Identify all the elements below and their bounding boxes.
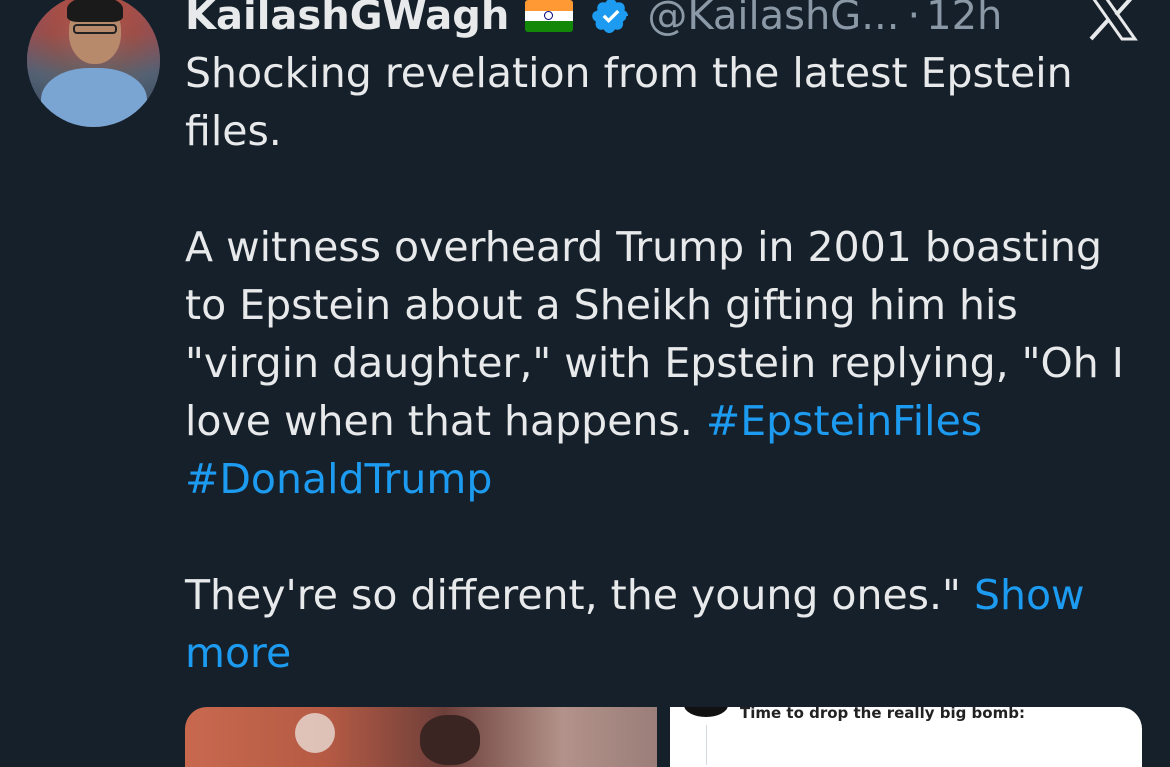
avatar-shirt (41, 68, 147, 127)
author-avatar[interactable] (27, 0, 160, 127)
tweet-body: Shocking revelation from the latest Epst… (185, 44, 1150, 682)
tweet-header: KailashGWagh @KailashG... · 12h (185, 0, 1002, 46)
hashtag-epsteinfiles[interactable]: #EpsteinFiles (706, 397, 982, 445)
tweet-paragraph-2-text: A witness overheard Trump in 2001 boasti… (185, 223, 1124, 445)
avatar-hair (67, 0, 123, 22)
media-left-figure (295, 713, 335, 753)
avatar-glasses (73, 24, 117, 34)
author-name[interactable]: KailashGWagh (185, 0, 509, 46)
media-left-person (420, 715, 480, 765)
media-image-left[interactable] (185, 707, 657, 767)
media-right-thread-line (706, 725, 707, 765)
tweet-paragraph-3: They're so different, the young ones." S… (185, 566, 1150, 682)
india-flag-icon (525, 0, 574, 32)
x-logo-icon[interactable] (1087, 0, 1139, 42)
media-right-avatar (684, 707, 728, 717)
tweet-timestamp[interactable]: 12h (926, 0, 1002, 46)
tweet-paragraph-2: A witness overheard Trump in 2001 boasti… (185, 218, 1150, 508)
tweet-paragraph-3-text: They're so different, the young ones." (185, 571, 974, 619)
author-handle[interactable]: @KailashG... (647, 0, 899, 46)
media-right-caption: Time to drop the really big bomb: (740, 707, 1025, 722)
tweet-paragraph-1: Shocking revelation from the latest Epst… (185, 49, 1073, 155)
verified-badge-icon (592, 0, 629, 34)
separator-dot: · (907, 0, 921, 39)
hashtag-donaldtrump[interactable]: #DonaldTrump (185, 455, 492, 503)
media-image-right[interactable]: Time to drop the really big bomb: (670, 707, 1142, 767)
